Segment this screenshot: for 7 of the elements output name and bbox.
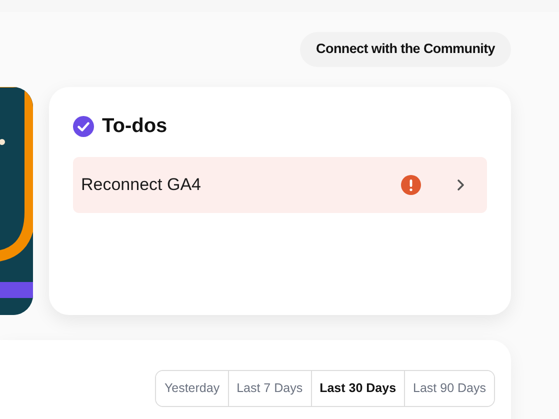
check-circle-icon bbox=[73, 116, 94, 136]
chevron-right-icon[interactable] bbox=[457, 179, 465, 191]
todo-label: Reconnect GA4 bbox=[81, 174, 202, 196]
todos-title: To-dos bbox=[102, 114, 168, 139]
todo-row[interactable]: Reconnect GA4 bbox=[73, 157, 487, 213]
community-button[interactable]: Connect with the Community bbox=[300, 32, 511, 67]
date-range-tab[interactable]: Last 90 Days bbox=[404, 371, 494, 406]
